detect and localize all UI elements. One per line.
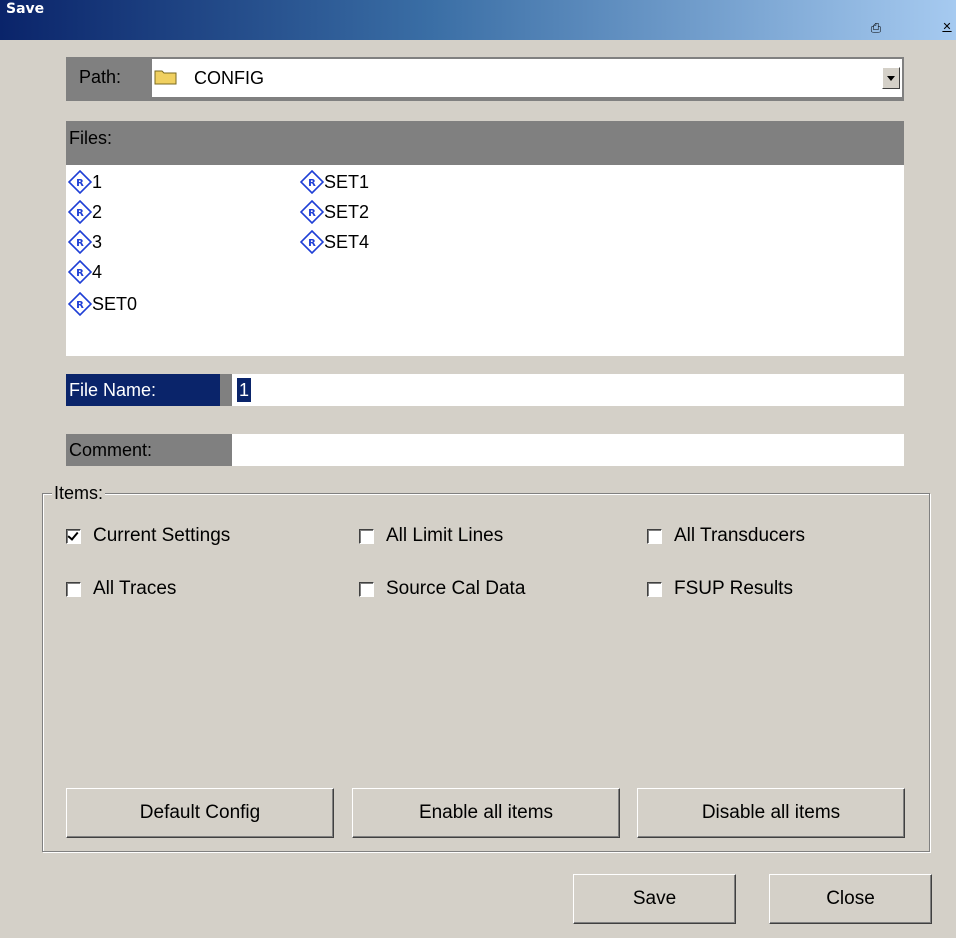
file-item-label: 4	[92, 261, 103, 282]
save-button[interactable]: Save	[573, 874, 736, 924]
checkbox-all-limit-lines[interactable]: All Limit Lines	[359, 521, 503, 551]
checkbox-label: Source Cal Data	[386, 578, 526, 599]
close-icon[interactable]: ✕	[940, 18, 954, 36]
file-item-label: SET0	[92, 293, 138, 314]
file-item[interactable]: R2	[67, 197, 103, 227]
rs-file-icon: R	[299, 199, 325, 225]
title-bar: Save ⎙ ✕	[0, 0, 956, 40]
rs-file-icon: R	[67, 169, 93, 195]
checkbox-current-settings[interactable]: Current Settings	[66, 521, 230, 551]
svg-text:R: R	[308, 238, 316, 249]
checkbox-fsup-results[interactable]: FSUP Results	[647, 574, 793, 604]
files-label: Files:	[69, 128, 113, 148]
comment-label: Comment:	[66, 434, 232, 466]
chevron-down-icon[interactable]	[882, 67, 900, 89]
file-list[interactable]: R1 R2 R3 R4 R SET0 R SET1 R SET2 R SET4	[66, 165, 904, 356]
checkbox-box[interactable]	[66, 581, 81, 597]
file-item-label: 2	[92, 201, 103, 222]
svg-text:R: R	[76, 238, 84, 249]
checkbox-box[interactable]	[66, 528, 81, 544]
rs-file-icon: R	[299, 229, 325, 255]
window-title: Save	[6, 1, 45, 17]
rs-file-icon: R	[67, 259, 93, 285]
checkbox-box[interactable]	[359, 528, 374, 544]
file-item-label: SET1	[324, 171, 370, 192]
file-item[interactable]: R3	[67, 227, 103, 257]
comment-input[interactable]	[232, 434, 904, 466]
file-item[interactable]: R SET4	[299, 227, 370, 257]
items-label: Items:	[52, 480, 106, 506]
file-item-label: 3	[92, 231, 103, 252]
file-name-label: File Name:	[66, 374, 220, 406]
rs-file-icon: R	[299, 169, 325, 195]
checkbox-label: All Transducers	[674, 525, 805, 546]
print-icon[interactable]: ⎙	[866, 19, 886, 37]
svg-text:R: R	[76, 300, 84, 311]
file-name-input[interactable]: 1	[232, 374, 904, 406]
file-item-label: SET2	[324, 201, 370, 222]
file-item[interactable]: R SET2	[299, 197, 370, 227]
path-dropdown[interactable]: CONFIG	[152, 59, 902, 97]
file-item[interactable]: R SET0	[67, 289, 138, 319]
rs-file-icon: R	[67, 199, 93, 225]
checkbox-label: Current Settings	[93, 525, 231, 546]
checkbox-all-traces[interactable]: All Traces	[66, 574, 176, 604]
checkbox-box[interactable]	[647, 528, 662, 544]
rs-file-icon: R	[67, 291, 93, 317]
svg-text:R: R	[76, 178, 84, 189]
checkbox-box[interactable]	[647, 581, 662, 597]
default-config-button[interactable]: Default Config	[66, 788, 334, 838]
checkbox-label: All Traces	[93, 578, 177, 599]
path-bar: Path: CONFIG	[66, 57, 904, 101]
svg-text:R: R	[76, 208, 84, 219]
file-item[interactable]: R4	[67, 257, 103, 287]
svg-text:R: R	[76, 268, 84, 279]
checkbox-box[interactable]	[359, 581, 374, 597]
checkbox-all-transducers[interactable]: All Transducers	[647, 521, 805, 551]
svg-text:R: R	[308, 208, 316, 219]
disable-all-items-button[interactable]: Disable all items	[637, 788, 905, 838]
checkbox-label: FSUP Results	[674, 578, 793, 599]
path-label: Path:	[79, 67, 122, 87]
file-item-label: 1	[92, 171, 103, 192]
svg-text:R: R	[308, 178, 316, 189]
path-value: CONFIG	[194, 68, 264, 88]
checkbox-source-cal-data[interactable]: Source Cal Data	[359, 574, 525, 604]
file-item[interactable]: R SET1	[299, 167, 370, 197]
checkbox-label: All Limit Lines	[386, 525, 504, 546]
rs-file-icon: R	[67, 229, 93, 255]
file-name-value: 1	[237, 378, 252, 402]
files-header: Files:	[66, 121, 904, 165]
enable-all-items-button[interactable]: Enable all items	[352, 788, 620, 838]
close-button[interactable]: Close	[769, 874, 932, 924]
file-item-label: SET4	[324, 231, 370, 252]
file-item[interactable]: R1	[67, 167, 103, 197]
folder-icon	[154, 70, 177, 85]
file-name-divider	[220, 374, 232, 406]
